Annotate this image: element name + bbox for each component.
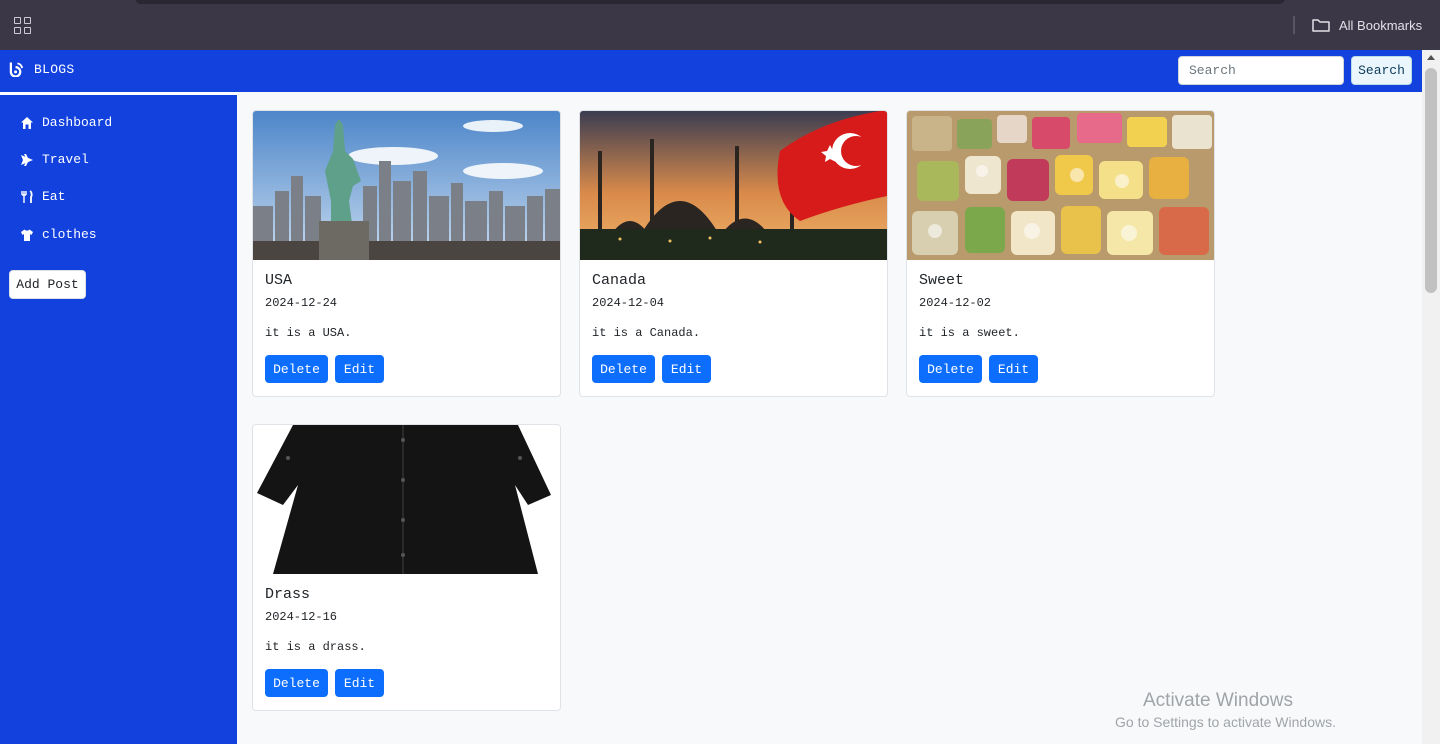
search-button[interactable]: Search: [1351, 56, 1412, 85]
post-date: 2024-12-24: [265, 296, 338, 310]
plane-icon: [21, 153, 33, 166]
watermark-title: Activate Windows: [1143, 690, 1293, 711]
delete-button[interactable]: Delete: [919, 355, 982, 383]
home-icon: [21, 116, 33, 129]
sidebar-item-dashboard[interactable]: Dashboard: [20, 115, 112, 130]
post-card: Canada 2024-12-04 it is a Canada. Delete…: [579, 110, 888, 397]
all-bookmarks-button[interactable]: All Bookmarks: [1312, 16, 1422, 34]
scroll-up-arrow-icon[interactable]: [1427, 55, 1435, 60]
watermark-subtitle: Go to Settings to activate Windows.: [1115, 714, 1336, 730]
post-image-usa: [253, 111, 560, 260]
sidebar-item-travel[interactable]: Travel: [20, 152, 89, 167]
browser-address-pill: [135, 0, 1285, 4]
all-bookmarks-label: All Bookmarks: [1339, 17, 1423, 33]
folder-icon: [1312, 19, 1330, 32]
shirt-icon: [21, 229, 33, 241]
post-date: 2024-12-16: [265, 610, 338, 624]
post-title: Sweet: [919, 272, 965, 289]
blog-logo-icon: [9, 62, 24, 77]
activate-windows-watermark: Activate Windows Go to Settings to activ…: [1115, 690, 1336, 730]
sidebar-item-label: Travel: [42, 152, 89, 167]
post-card: Drass 2024-12-16 it is a drass. Delete E…: [252, 424, 561, 711]
scroll-thumb[interactable]: [1425, 68, 1437, 293]
post-card: USA 2024-12-24 it is a USA. Delete Edit: [252, 110, 561, 397]
post-card: Sweet 2024-12-02 it is a sweet. Delete E…: [906, 110, 1215, 397]
delete-button[interactable]: Delete: [592, 355, 655, 383]
post-date: 2024-12-02: [919, 296, 992, 310]
utensils-icon: [21, 189, 33, 203]
top-navbar: BLOGS Search: [0, 50, 1422, 92]
sidebar-item-label: Eat: [42, 189, 66, 204]
post-image-canada: [580, 111, 887, 260]
bookmarks-divider: [1293, 16, 1295, 34]
apps-grid-icon[interactable]: [14, 17, 32, 35]
post-image-sweet: [907, 111, 1214, 260]
post-title: USA: [265, 272, 293, 289]
edit-button[interactable]: Edit: [989, 355, 1038, 383]
page-scrollbar[interactable]: [1422, 50, 1440, 744]
sidebar-item-label: clothes: [42, 227, 97, 242]
sidebar-item-clothes[interactable]: clothes: [20, 227, 97, 242]
post-date: 2024-12-04: [592, 296, 665, 310]
post-title: Drass: [265, 586, 311, 603]
search-input[interactable]: [1178, 56, 1344, 85]
edit-button[interactable]: Edit: [662, 355, 711, 383]
post-image-drass: [253, 425, 560, 574]
post-text: it is a USA.: [265, 326, 352, 340]
brand-link[interactable]: BLOGS: [9, 61, 75, 77]
delete-button[interactable]: Delete: [265, 355, 328, 383]
browser-bookmarks-bar: All Bookmarks: [0, 0, 1440, 50]
post-title: Canada: [592, 272, 647, 289]
sidebar: Dashboard Travel Eat clothes: [0, 95, 237, 744]
post-text: it is a drass.: [265, 640, 366, 654]
add-post-button[interactable]: Add Post: [9, 270, 86, 299]
delete-button[interactable]: Delete: [265, 669, 328, 697]
post-text: it is a sweet.: [919, 326, 1020, 340]
sidebar-item-eat[interactable]: Eat: [20, 189, 65, 204]
post-text: it is a Canada.: [592, 326, 701, 340]
edit-button[interactable]: Edit: [335, 669, 384, 697]
edit-button[interactable]: Edit: [335, 355, 384, 383]
sidebar-item-label: Dashboard: [42, 115, 113, 130]
brand-title: BLOGS: [34, 61, 75, 77]
